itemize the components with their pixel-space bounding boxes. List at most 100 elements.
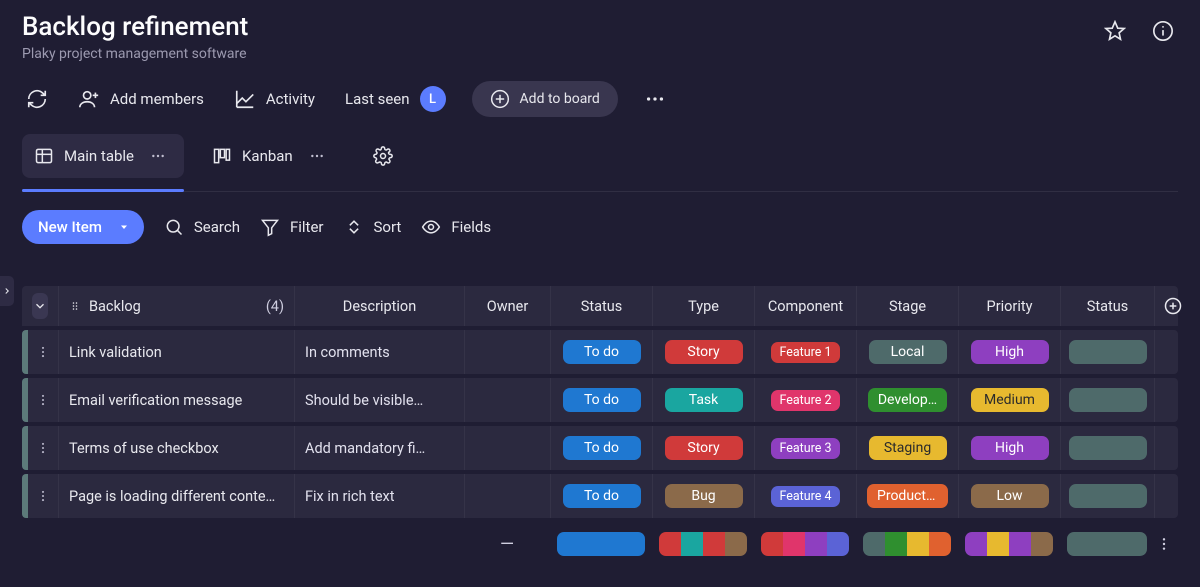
pill[interactable]: Feature 3	[771, 438, 839, 459]
cell-description[interactable]: In comments	[294, 330, 464, 374]
cell-status2[interactable]	[1060, 426, 1154, 470]
summary-component[interactable]	[754, 532, 856, 556]
sort-button[interactable]: Sort	[344, 217, 402, 237]
cell-status2[interactable]	[1060, 330, 1154, 374]
new-item-button[interactable]: New Item	[22, 210, 144, 244]
expand-sidebar-button[interactable]	[0, 276, 14, 306]
cell-description[interactable]: Add mandatory fi…	[294, 426, 464, 470]
pill[interactable]	[1069, 484, 1147, 508]
pill[interactable]: Medium	[971, 388, 1049, 412]
row-menu-button[interactable]	[28, 330, 58, 374]
cell-name[interactable]: Page is loading different conte…	[58, 474, 294, 518]
column-header-type[interactable]: Type	[652, 286, 754, 326]
pill[interactable]	[1069, 340, 1147, 364]
pill[interactable]: To do	[563, 484, 641, 508]
row-menu-button[interactable]	[28, 378, 58, 422]
pill[interactable]: Producti…	[867, 484, 948, 508]
cell-name[interactable]: Terms of use checkbox	[58, 426, 294, 470]
cell-status[interactable]: To do	[550, 330, 652, 374]
summary-type[interactable]	[652, 532, 754, 556]
pill[interactable]: To do	[563, 340, 641, 364]
pill[interactable]: Local	[869, 340, 947, 364]
table-row[interactable]: Email verification message Should be vis…	[22, 378, 1178, 422]
table-row[interactable]: Page is loading different conte… Fix in …	[22, 474, 1178, 518]
pill[interactable]: Develop…	[868, 388, 947, 412]
summary-priority[interactable]	[958, 532, 1060, 556]
cell-status[interactable]: To do	[550, 426, 652, 470]
summary-status2[interactable]	[1060, 532, 1154, 556]
pill[interactable]: Story	[665, 436, 743, 460]
refresh-button[interactable]	[22, 82, 52, 116]
tab-kanban[interactable]: Kanban	[200, 134, 343, 178]
collapse-group-button[interactable]	[32, 293, 48, 319]
table-row[interactable]: Link validation In comments To do Story …	[22, 330, 1178, 374]
cell-status[interactable]: To do	[550, 378, 652, 422]
cell-type[interactable]: Story	[652, 330, 754, 374]
cell-stage[interactable]: Producti…	[856, 474, 958, 518]
search-button[interactable]: Search	[164, 217, 240, 237]
table-row[interactable]: Terms of use checkbox Add mandatory fi… …	[22, 426, 1178, 470]
pill[interactable]: Story	[665, 340, 743, 364]
row-menu-button[interactable]	[28, 474, 58, 518]
pill[interactable]	[1069, 388, 1147, 412]
cell-owner[interactable]	[464, 426, 550, 470]
pill[interactable]: Feature 2	[771, 390, 839, 411]
cell-status[interactable]: To do	[550, 474, 652, 518]
cell-owner[interactable]	[464, 378, 550, 422]
cell-type[interactable]: Story	[652, 426, 754, 470]
filter-button[interactable]: Filter	[260, 217, 324, 237]
star-icon[interactable]	[1100, 16, 1130, 46]
cell-priority[interactable]: High	[958, 426, 1060, 470]
cell-name[interactable]: Email verification message	[58, 378, 294, 422]
column-header-group[interactable]: Backlog (4)	[58, 286, 294, 326]
fields-button[interactable]: Fields	[421, 217, 491, 237]
summary-more-icon[interactable]	[1156, 536, 1172, 552]
add-column-button[interactable]	[1154, 286, 1190, 326]
column-header-owner[interactable]: Owner	[464, 286, 550, 326]
column-header-priority[interactable]: Priority	[958, 286, 1060, 326]
column-header-status2[interactable]: Status	[1060, 286, 1154, 326]
pill[interactable]	[1069, 436, 1147, 460]
last-seen[interactable]: Last seen L	[341, 80, 450, 118]
tab-main-table[interactable]: Main table	[22, 134, 184, 178]
pill[interactable]: High	[971, 436, 1049, 460]
pill[interactable]: Low	[971, 484, 1049, 508]
summary-status[interactable]	[550, 532, 652, 556]
pill[interactable]: High	[971, 340, 1049, 364]
pill[interactable]: Staging	[869, 436, 947, 460]
pill[interactable]: Task	[665, 388, 743, 412]
cell-description[interactable]: Fix in rich text	[294, 474, 464, 518]
pill[interactable]: Bug	[665, 484, 743, 508]
cell-type[interactable]: Task	[652, 378, 754, 422]
summary-stage[interactable]	[856, 532, 958, 556]
row-menu-button[interactable]	[28, 426, 58, 470]
cell-stage[interactable]: Develop…	[856, 378, 958, 422]
cell-type[interactable]: Bug	[652, 474, 754, 518]
settings-button[interactable]	[369, 140, 397, 172]
column-header-status[interactable]: Status	[550, 286, 652, 326]
column-header-component[interactable]: Component	[754, 286, 856, 326]
cell-priority[interactable]: High	[958, 330, 1060, 374]
add-to-board-button[interactable]: Add to board	[472, 81, 618, 117]
tab-kanban-more-icon[interactable]	[303, 142, 331, 170]
cell-component[interactable]: Feature 3	[754, 426, 856, 470]
tab-main-table-more-icon[interactable]	[144, 142, 172, 170]
column-header-stage[interactable]: Stage	[856, 286, 958, 326]
cell-status2[interactable]	[1060, 378, 1154, 422]
cell-component[interactable]: Feature 1	[754, 330, 856, 374]
cell-name[interactable]: Link validation	[58, 330, 294, 374]
column-header-description[interactable]: Description	[294, 286, 464, 326]
pill[interactable]: To do	[563, 388, 641, 412]
cell-component[interactable]: Feature 4	[754, 474, 856, 518]
cell-component[interactable]: Feature 2	[754, 378, 856, 422]
info-icon[interactable]	[1148, 16, 1178, 46]
cell-owner[interactable]	[464, 474, 550, 518]
cell-priority[interactable]: Medium	[958, 378, 1060, 422]
cell-stage[interactable]: Local	[856, 330, 958, 374]
cell-owner[interactable]	[464, 330, 550, 374]
add-members-button[interactable]: Add members	[74, 82, 208, 116]
cell-status2[interactable]	[1060, 474, 1154, 518]
activity-button[interactable]: Activity	[230, 82, 319, 116]
pill[interactable]: To do	[563, 436, 641, 460]
cell-priority[interactable]: Low	[958, 474, 1060, 518]
